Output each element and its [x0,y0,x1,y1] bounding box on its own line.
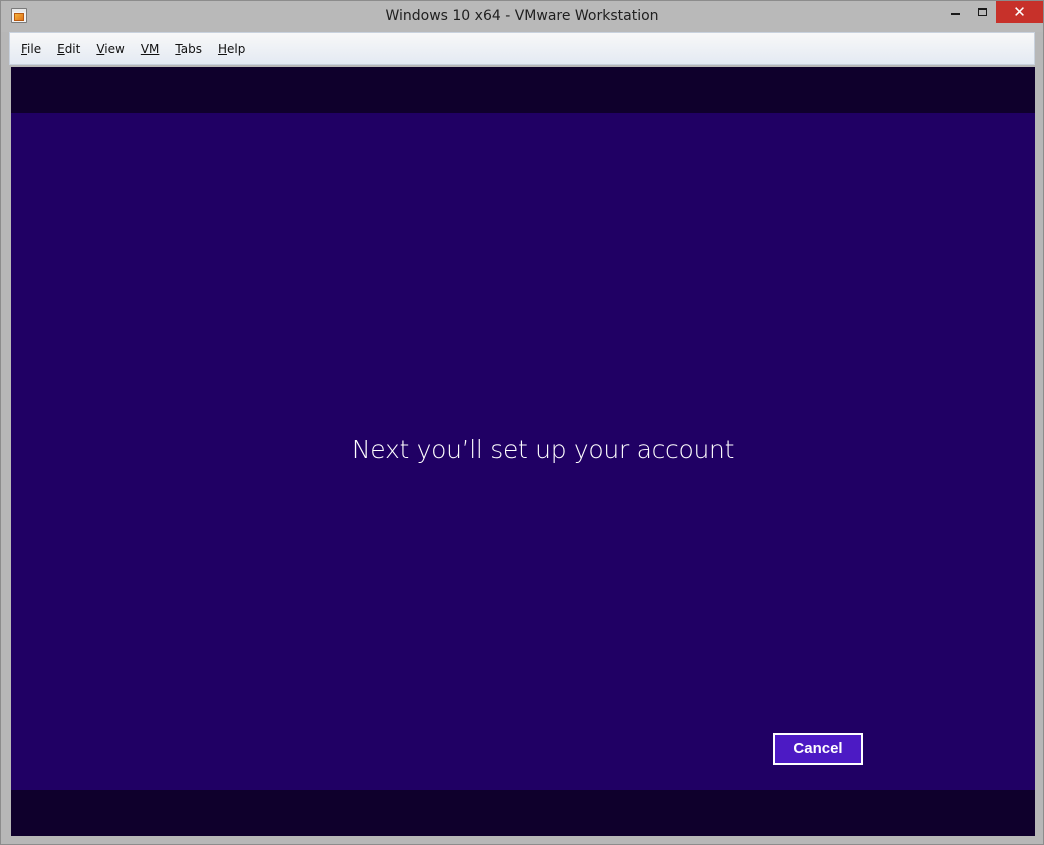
menu-file[interactable]: File [13,38,49,60]
maximize-icon [978,8,987,16]
menu-edit[interactable]: Edit [49,38,88,60]
window-controls: ✕ [942,1,1043,23]
menu-edit-mnemonic: E [57,41,65,56]
vmware-window: Windows 10 x64 - VMware Workstation ✕ Fi… [0,0,1044,845]
title-bar[interactable]: Windows 10 x64 - VMware Workstation ✕ [1,1,1043,32]
maximize-button[interactable] [969,1,996,23]
menu-bar: File Edit View VM Tabs Help [9,32,1035,65]
menu-edit-label: dit [64,41,81,56]
minimize-button[interactable] [942,1,969,23]
setup-headline: Next you’ll set up your account [351,435,735,464]
menu-help[interactable]: Help [210,38,253,60]
menu-help-mnemonic: H [217,41,227,56]
menu-file-label: ile [27,41,42,56]
menu-view[interactable]: View [88,38,132,60]
windows-setup-screen: Next you’ll set up your account Cancel [11,113,1035,790]
minimize-icon [951,13,960,15]
close-icon: ✕ [1013,3,1026,21]
menu-vm[interactable]: VM [133,38,168,60]
menu-tabs[interactable]: Tabs [167,38,210,60]
vm-console[interactable]: Next you’ll set up your account Cancel [11,67,1035,836]
menu-view-label: iew [104,41,125,56]
cancel-button[interactable]: Cancel [773,733,863,765]
menu-vm-mnemonic: VM [140,41,160,56]
window-title: Windows 10 x64 - VMware Workstation [385,8,659,24]
menu-tabs-label: abs [180,41,202,56]
menu-help-label: elp [227,41,246,56]
close-button[interactable]: ✕ [996,1,1043,23]
